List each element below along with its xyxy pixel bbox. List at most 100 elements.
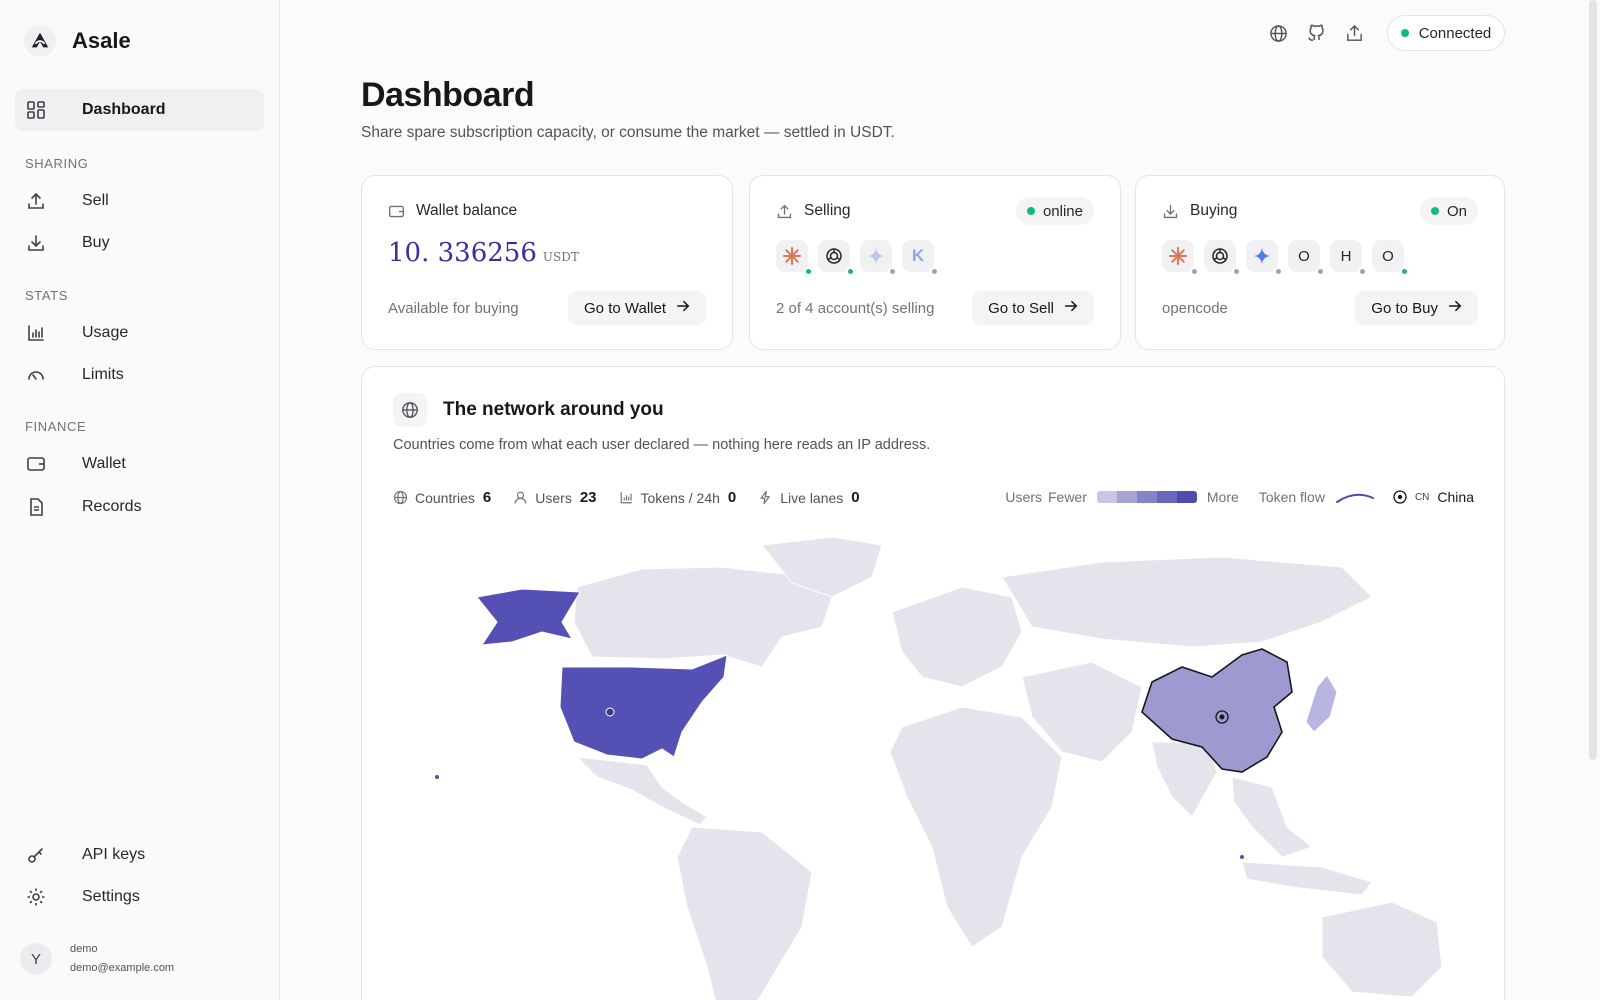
arrow-right-icon [676, 299, 690, 317]
stat-countries: Countries 6 [393, 489, 491, 506]
network-stats: Countries 6 Users 23 Tokens / 24h 0 Live… [393, 489, 882, 506]
sidebar-item-buy[interactable]: Buy [15, 222, 264, 264]
status-dot [1400, 267, 1409, 276]
card-title: Selling [804, 202, 851, 219]
document-icon [26, 497, 46, 517]
share-icon[interactable] [1343, 22, 1365, 44]
legend-users-label: Users [1005, 489, 1042, 505]
upload-icon [776, 202, 794, 220]
user-icon [513, 490, 529, 506]
stat-label: Users [535, 489, 572, 506]
go-to-buy-button[interactable]: Go to Buy [1355, 291, 1478, 325]
sidebar-item-limits[interactable]: Limits [15, 354, 264, 396]
download-icon [1162, 202, 1180, 220]
world-map[interactable] [362, 527, 1504, 1000]
status-dot [1430, 207, 1439, 215]
selected-country[interactable]: CN China [1393, 489, 1474, 505]
user-profile[interactable]: Y demo demo@example.com [20, 940, 174, 978]
globe-icon[interactable] [1267, 22, 1289, 44]
stat-label: Countries [415, 489, 475, 506]
map-country-alaska [476, 588, 581, 646]
section-label-sharing: SHARING [25, 156, 89, 171]
map-country-japan [1305, 674, 1338, 733]
sidebar-item-usage[interactable]: Usage [15, 312, 264, 354]
section-label-stats: STATS [25, 288, 68, 303]
sidebar-item-label: Buy [82, 234, 110, 251]
selling-status-badge: online [1015, 197, 1094, 225]
page-subtitle: Share spare subscription capacity, or co… [361, 124, 895, 141]
connection-status-text: Connected [1418, 24, 1492, 42]
page-title: Dashboard [361, 76, 535, 114]
status-text: On [1446, 202, 1467, 220]
section-label-finance: FINANCE [25, 419, 87, 434]
sidebar-item-records[interactable]: Records [15, 486, 264, 528]
status-dot [1400, 29, 1409, 37]
sidebar-item-dashboard[interactable]: Dashboard [15, 89, 264, 131]
selling-card: Selling online K 2 of 4 account(s) selli… [749, 175, 1121, 350]
brand[interactable]: Asale [24, 24, 131, 58]
status-dot [846, 267, 855, 276]
balance-unit: USDT [542, 250, 579, 264]
chip-label: O [1382, 247, 1394, 265]
network-title: The network around you [443, 399, 664, 420]
legend-token-flow-label: Token flow [1258, 489, 1325, 505]
scrollbar[interactable] [1589, 0, 1597, 760]
selling-providers: K [776, 240, 944, 276]
map-country-usa [559, 654, 728, 760]
gauge-icon [26, 365, 46, 385]
map-country-mexico [575, 756, 708, 826]
grid-icon [26, 100, 46, 120]
sidebar-item-label: Records [82, 498, 142, 515]
download-icon [26, 233, 46, 253]
country-code: CN [1414, 491, 1430, 503]
sidebar-item-api-keys[interactable]: API keys [15, 834, 264, 876]
openai-icon[interactable] [1204, 240, 1241, 276]
go-to-wallet-button[interactable]: Go to Wallet [568, 291, 706, 325]
lightning-icon [758, 490, 774, 506]
sidebar-item-wallet[interactable]: Wallet [15, 443, 264, 485]
card-title: Buying [1190, 202, 1238, 219]
provider-chip[interactable]: H [1330, 240, 1367, 276]
sidebar-item-label: Settings [82, 888, 140, 905]
sidebar-item-settings[interactable]: Settings [15, 876, 264, 918]
provider-chip[interactable]: O [1288, 240, 1325, 276]
map-country-hawaii [435, 775, 439, 779]
stat-label: Live lanes [780, 489, 844, 506]
map-country-australia [1321, 901, 1443, 998]
globe-icon [393, 490, 409, 506]
legend-fewer-label: Fewer [1047, 489, 1087, 505]
github-icon[interactable] [1305, 22, 1327, 44]
status-dot [1232, 267, 1241, 276]
go-to-sell-button[interactable]: Go to Sell [972, 291, 1094, 325]
map-country-africa [889, 706, 1063, 948]
sidebar-item-sell[interactable]: Sell [15, 180, 264, 222]
sidebar-item-label: Dashboard [82, 101, 166, 118]
claude-icon[interactable] [776, 240, 813, 276]
stat-tokens: Tokens / 24h 0 [619, 489, 736, 506]
sidebar-item-label: Limits [82, 366, 124, 383]
openai-icon[interactable] [818, 240, 855, 276]
asale-logo-icon [24, 25, 56, 57]
button-label: Go to Wallet [584, 299, 666, 317]
sidebar-item-label: Wallet [82, 455, 126, 472]
status-dot [1358, 267, 1367, 276]
button-label: Go to Sell [988, 299, 1054, 317]
map-country-south-america [676, 826, 813, 1000]
claude-icon[interactable] [1162, 240, 1199, 276]
connection-status-badge[interactable]: Connected [1387, 15, 1505, 51]
wallet-icon [26, 454, 46, 474]
gemini-icon[interactable] [1246, 240, 1283, 276]
map-country-southeast-asia [1231, 776, 1314, 858]
arrow-right-icon [1448, 299, 1462, 317]
stat-users: Users 23 [513, 489, 597, 506]
map-country-indonesia [1241, 861, 1373, 896]
gemini-icon[interactable] [860, 240, 897, 276]
status-dot [804, 267, 813, 276]
sidebar-item-label: Usage [82, 324, 129, 341]
globe-icon [393, 393, 427, 427]
provider-chip[interactable]: O [1372, 240, 1409, 276]
map-country-europe [891, 586, 1023, 688]
kimi-icon[interactable]: K [902, 240, 939, 276]
status-dot [888, 267, 897, 276]
chip-label: K [911, 246, 925, 265]
